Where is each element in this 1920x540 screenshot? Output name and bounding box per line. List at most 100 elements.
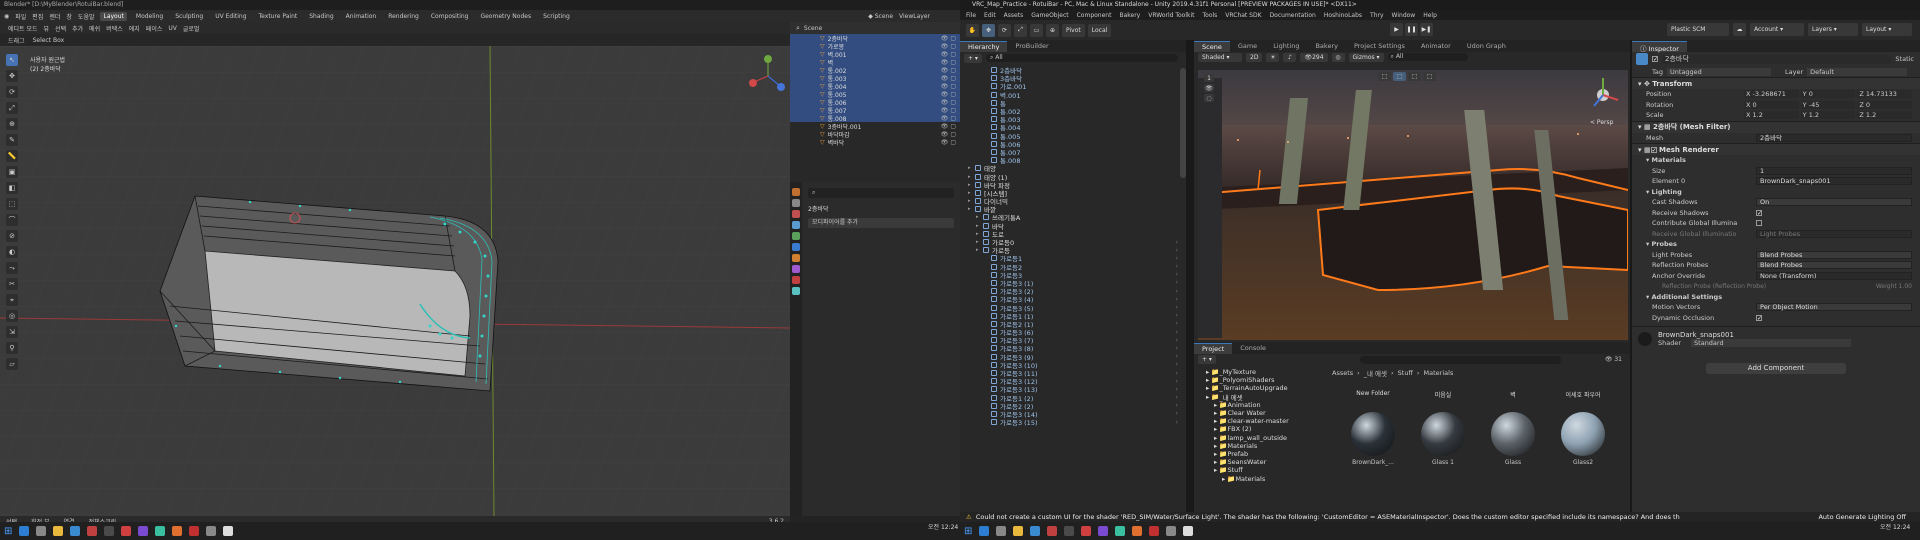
menu-item[interactable]: Component [1077, 12, 1112, 19]
taskbar-app-icon[interactable] [138, 526, 149, 536]
layers-dropdown[interactable]: Layers ▾ [1808, 23, 1858, 36]
taskbar-app-icon[interactable] [189, 526, 200, 536]
tool-icon[interactable]: ✎ [6, 134, 18, 146]
project-folder[interactable]: ▸ 📁 SeansWater [1198, 458, 1328, 466]
tool-icon[interactable]: ⊘ [6, 230, 18, 242]
tool-icon[interactable]: ⊕ [6, 118, 18, 130]
transform-tool-button[interactable]: ⊕ [1046, 23, 1059, 37]
menu-item[interactable]: 편집 [32, 12, 43, 21]
transform-header[interactable]: ▾ ✥ Transform [1632, 77, 1920, 89]
asset-folder-label[interactable]: 이세호 파우어 [1548, 390, 1618, 399]
inspector-panel[interactable]: ⓘ Inspector ✓ 2층바닥 Static Tag Untagged L… [1632, 40, 1920, 520]
hierarchy-item[interactable]: 가로등3 (4) › [960, 295, 1186, 304]
tool-icon[interactable]: 📏 [6, 150, 18, 162]
3d-viewport[interactable]: ↖ ✥ ⟳ ⤢ ⊕ ✎ 📏 ▣ ◧ ⬚ ⌒ ⊘ ◐ ⤳ ✂ ⌖ ◎ ⇲ ⚲ ▱ 사용자 원근법 (2) 2층바닥 [0, 46, 790, 516]
camera-icon[interactable]: ◎ [1331, 52, 1345, 62]
props-search[interactable]: ⌕ [808, 188, 954, 198]
hierarchy-item[interactable]: 가로등3 (10) › [960, 361, 1186, 370]
hierarchy-item[interactable]: 가로.001 [960, 82, 1186, 91]
hierarchy-item[interactable]: 통.005 [960, 132, 1186, 141]
hierarchy-item[interactable]: 통.006 [960, 140, 1186, 149]
tool-icon[interactable]: ↖ [6, 54, 18, 66]
chevron-right-icon[interactable]: › [1176, 329, 1178, 336]
taskbar-app-icon[interactable] [1183, 526, 1194, 536]
visibility-icon[interactable]: 👁 ▢ [941, 83, 956, 90]
clock-left[interactable]: 오전 12:24 [928, 524, 958, 531]
menu-item[interactable]: Assets [1004, 12, 1024, 19]
properties-editor[interactable]: ⌕ 2층바닥 모디파이어를 추가 [790, 182, 960, 516]
visibility-icon[interactable]: 👁 ▢ [941, 75, 956, 82]
dynamic-occlusion-checkbox[interactable]: ✓ [1756, 314, 1762, 321]
outliner-item[interactable]: ▽ 통.002 👁 ▢ [790, 66, 960, 75]
viewport-menu-item[interactable]: 선택 [55, 24, 66, 33]
properties-tab-icon[interactable] [792, 254, 800, 262]
project-folder[interactable]: ▸ 📁 Animation [1198, 401, 1328, 409]
hierarchy-item[interactable]: 가로등3 (12) › [960, 377, 1186, 386]
workspace-tab[interactable]: Shading [306, 12, 336, 21]
scene-view-panel[interactable]: Scene Game Lighting Bakery Project Settings A… [1194, 40, 1630, 342]
tag-dropdown[interactable]: Untagged [1667, 67, 1772, 76]
local-button[interactable]: Local [1087, 23, 1112, 37]
hierarchy-item[interactable]: 가로등3 (2) › [960, 287, 1186, 296]
chevron-right-icon[interactable]: › [1176, 312, 1178, 319]
viewlayer-selector[interactable]: ViewLayer [899, 13, 930, 20]
light-probes-dropdown[interactable]: Blend Probes [1756, 250, 1912, 259]
motion-vectors-dropdown[interactable]: Per Object Motion [1756, 303, 1912, 312]
hierarchy-item[interactable]: 가로등1 (2) › [960, 394, 1186, 403]
taskbar-app-icon[interactable] [1149, 526, 1160, 536]
hierarchy-item[interactable]: 벽.001 [960, 91, 1186, 100]
viewport-menu-item[interactable]: 페이스 [146, 24, 163, 33]
move-tool-button[interactable]: ✥ [982, 23, 995, 37]
chevron-right-icon[interactable]: › [1176, 271, 1178, 278]
visibility-icon[interactable]: 👁 ▢ [941, 99, 956, 106]
taskbar-app-icon[interactable] [155, 526, 166, 536]
hierarchy-item[interactable]: 가로등1 › [960, 254, 1186, 263]
rotate-tool-button[interactable]: ⟳ [998, 23, 1011, 37]
tab-0[interactable]: Project [1194, 343, 1233, 354]
breadcrumb-item[interactable]: Assets [1332, 369, 1353, 377]
account-dropdown[interactable]: Account ▾ [1750, 23, 1804, 36]
scale-tool-button[interactable]: ⤢ [1014, 23, 1027, 37]
probes-foldout[interactable]: ▾ Probes [1632, 239, 1920, 250]
add-component-button[interactable]: Add Component [1706, 363, 1846, 374]
hierarchy-item[interactable]: 2층바닥 [960, 66, 1186, 75]
tab-1[interactable]: Game [1229, 41, 1266, 52]
properties-tab-icon[interactable] [792, 188, 800, 196]
tab-1[interactable]: Console [1232, 343, 1275, 354]
hierarchy-item[interactable]: 통 [960, 99, 1186, 108]
off-overlay-icon[interactable]: ◌ [1204, 94, 1214, 102]
auto-lighting-status[interactable]: Auto Generate Lighting Off [1818, 513, 1906, 521]
viewport-menu-item[interactable]: 에지 [129, 24, 140, 33]
tool-icon[interactable]: ◧ [6, 182, 18, 194]
outliner-item[interactable]: ▽ 가로봉 👁 ▢ [790, 42, 960, 51]
workspace-tab[interactable]: Animation [343, 12, 380, 21]
element0-field[interactable]: BrownDark_snaps001 [1756, 177, 1912, 186]
visibility-icon[interactable]: 👁 ▢ [941, 91, 956, 98]
outliner-item[interactable]: ▽ 2층바닥 👁 ▢ [790, 34, 960, 43]
visibility-icon[interactable]: 👁 ▢ [941, 51, 956, 58]
chevron-right-icon[interactable]: › [1176, 247, 1178, 254]
tool-icon[interactable]: ⇲ [6, 326, 18, 338]
project-folder[interactable]: ▸ 📁 Materials [1198, 442, 1328, 450]
visibility-icon[interactable]: 👁 ▢ [941, 139, 956, 146]
properties-tab-icon[interactable] [792, 199, 800, 207]
chevron-right-icon[interactable]: › [1176, 296, 1178, 303]
tool-icon[interactable]: ⤳ [6, 262, 18, 274]
outliner-item[interactable]: ▽ 통.006 👁 ▢ [790, 98, 960, 107]
taskbar-app-icon[interactable] [1047, 526, 1058, 536]
visibility-icon[interactable]: 👁 ▢ [941, 67, 956, 74]
project-folder[interactable]: ▸ 📁 Stuff [1198, 466, 1328, 474]
2d-toggle[interactable]: 2D [1246, 52, 1263, 62]
taskbar-app-icon[interactable] [172, 526, 183, 536]
hierarchy-item[interactable]: 통.004 [960, 123, 1186, 132]
expand-arrow-icon[interactable]: ▸ [976, 214, 983, 220]
chevron-right-icon[interactable]: › [1176, 402, 1178, 409]
workspace-tab[interactable]: Scripting [540, 12, 573, 21]
outliner-item[interactable]: ▽ 벽 👁 ▢ [790, 58, 960, 67]
pivot-button[interactable]: Pivot [1062, 23, 1085, 37]
menu-item[interactable]: 파일 [15, 12, 26, 21]
chevron-right-icon[interactable]: › [1176, 239, 1178, 246]
gizmos-dropdown[interactable]: Gizmos ▾ [1348, 52, 1384, 62]
workspace-tab[interactable]: Compositing [428, 12, 472, 21]
taskbar-app-icon[interactable] [1115, 526, 1126, 536]
